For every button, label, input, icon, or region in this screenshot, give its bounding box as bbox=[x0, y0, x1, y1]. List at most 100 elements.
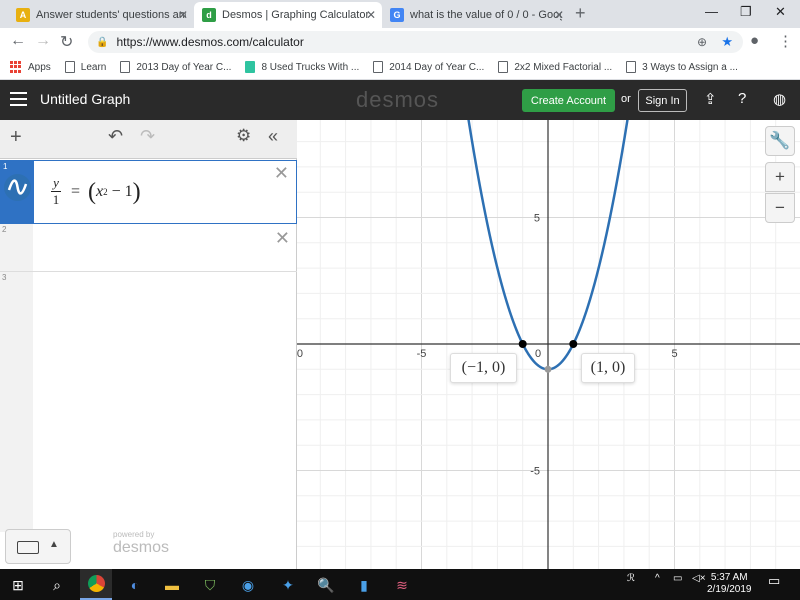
browser-tab-strip: A Answer students' questions and l ✕ d D… bbox=[0, 0, 800, 28]
new-tab-button[interactable]: + bbox=[575, 3, 586, 24]
shield-app-icon[interactable]: ⛉ bbox=[200, 575, 220, 595]
bookmark-assign[interactable]: 3 Ways to Assign a ... bbox=[626, 61, 738, 73]
intercept-point bbox=[569, 340, 578, 348]
restore-icon[interactable]: ❐ bbox=[740, 4, 752, 20]
bookmark-2014[interactable]: 2014 Day of Year C... bbox=[373, 61, 484, 73]
app-stack-icon[interactable]: ≋ bbox=[392, 575, 412, 595]
y-tick-label: -5 bbox=[530, 466, 540, 478]
people-icon[interactable]: ℛ bbox=[627, 573, 635, 584]
close-window-icon[interactable]: ✕ bbox=[775, 4, 786, 20]
page-icon bbox=[626, 61, 637, 73]
share-icon[interactable]: ⇪ bbox=[704, 90, 717, 108]
zoom-icon[interactable]: ⊕ bbox=[697, 35, 707, 49]
app-tool-icon[interactable]: ▮ bbox=[354, 575, 374, 595]
tab-title: what is the value of 0 / 0 - Googl bbox=[410, 9, 562, 21]
open-paren: ( bbox=[88, 178, 97, 205]
page-icon bbox=[498, 61, 509, 73]
or-text: or bbox=[621, 93, 631, 105]
exponent: 2 bbox=[103, 186, 108, 197]
desmos-header: Untitled Graph desmos Create Account or … bbox=[0, 80, 800, 120]
bookmark-star-icon[interactable]: ★ bbox=[721, 34, 733, 50]
file-explorer-icon[interactable]: ▬ bbox=[162, 575, 182, 595]
reload-icon[interactable]: ↻ bbox=[60, 32, 73, 52]
x-tick-label: -10 bbox=[297, 348, 303, 360]
bookmark-trucks[interactable]: 8 Used Trucks With ... bbox=[245, 61, 359, 73]
settings-app-icon[interactable]: ✦ bbox=[278, 575, 298, 595]
address-bar[interactable]: 🔒 https://www.desmos.com/calculator ⊕ ★ bbox=[88, 31, 743, 53]
denominator: 1 bbox=[52, 192, 60, 207]
fraction: y 1 bbox=[51, 175, 61, 208]
graph-canvas[interactable]: -10 -5 0 5 5 -5 bbox=[297, 120, 800, 569]
account-icon[interactable]: ● bbox=[750, 32, 759, 49]
menu-icon[interactable]: ⋮ bbox=[778, 32, 793, 50]
bookmark-label: 3 Ways to Assign a ... bbox=[642, 61, 738, 73]
vertex-point bbox=[544, 365, 552, 373]
minimize-icon[interactable]: — bbox=[705, 4, 718, 19]
graph-paper[interactable]: -10 -5 0 5 5 -5 🔧 + − (−1, 0) (1, 0) bbox=[297, 120, 800, 569]
graph-title[interactable]: Untitled Graph bbox=[40, 91, 130, 107]
delete-expression-icon[interactable]: ✕ bbox=[275, 228, 290, 249]
app-icon[interactable]: ◐ bbox=[125, 575, 145, 595]
graph-settings-wrench-button[interactable]: 🔧 bbox=[765, 126, 795, 156]
page-icon bbox=[64, 61, 75, 73]
settings-gear-icon[interactable]: ⚙ bbox=[236, 126, 251, 146]
expression-math[interactable]: y 1 = ( x 2 − 1 ) bbox=[51, 175, 141, 208]
help-icon[interactable]: ? bbox=[738, 90, 746, 107]
tray-chevron-icon[interactable]: ^ bbox=[655, 573, 660, 584]
forward-icon[interactable]: → bbox=[35, 32, 51, 50]
tab-google-search[interactable]: G what is the value of 0 / 0 - Googl ✕ bbox=[382, 2, 570, 28]
search-icon[interactable]: ⌕ bbox=[47, 575, 67, 595]
powered-by-desmos: powered by desmos bbox=[113, 530, 169, 557]
bookmark-learn[interactable]: Learn bbox=[64, 61, 106, 73]
point-label[interactable]: (1, 0) bbox=[581, 353, 635, 383]
tab-desmos[interactable]: d Desmos | Graphing Calculator ✕ bbox=[194, 2, 382, 28]
delete-expression-icon[interactable]: ✕ bbox=[274, 163, 289, 184]
undo-icon[interactable]: ↶ bbox=[108, 126, 123, 147]
battery-icon[interactable]: ▭ bbox=[673, 573, 682, 584]
zoom-in-button[interactable]: + bbox=[765, 162, 795, 192]
zoom-out-button[interactable]: − bbox=[765, 193, 795, 223]
numerator: y bbox=[53, 175, 59, 190]
notification-icon[interactable]: ▭ bbox=[768, 573, 780, 589]
bookmark-factorial[interactable]: 2x2 Mixed Factorial ... bbox=[498, 61, 612, 73]
expression-toolbar: + ↶ ↷ ⚙ « bbox=[0, 120, 297, 159]
keypad-toggle-button[interactable]: ▲ bbox=[5, 529, 71, 564]
expression-row[interactable]: 1 y 1 = ( x 2 − 1 ) ✕ bbox=[0, 160, 297, 224]
bookmark-apps[interactable]: Apps bbox=[10, 61, 51, 73]
expression-row[interactable]: 2 ✕ bbox=[0, 224, 297, 272]
tab-answer-questions[interactable]: A Answer students' questions and l ✕ bbox=[8, 2, 194, 28]
tab-favicon: G bbox=[390, 8, 404, 22]
tab-title: Desmos | Graphing Calculator bbox=[222, 9, 370, 21]
close-tab-icon[interactable]: ✕ bbox=[554, 8, 564, 22]
windows-start-icon[interactable]: ⊞ bbox=[8, 575, 28, 595]
volume-icon[interactable]: ◁× bbox=[692, 573, 706, 584]
chrome-icon[interactable] bbox=[80, 569, 112, 600]
clock-date: 2/19/2019 bbox=[707, 584, 752, 595]
bookmark-2013[interactable]: 2013 Day of Year C... bbox=[120, 61, 231, 73]
apps-grid-icon bbox=[10, 61, 22, 73]
y-tick-label: 5 bbox=[534, 213, 540, 225]
system-clock[interactable]: 5:37 AM 2/19/2019 bbox=[707, 572, 752, 596]
lock-icon: 🔒 bbox=[96, 36, 109, 48]
edge-icon[interactable]: ◉ bbox=[238, 575, 258, 595]
language-globe-icon[interactable]: ◍ bbox=[773, 90, 786, 108]
clock-time: 5:37 AM bbox=[710, 572, 748, 583]
close-tab-icon[interactable]: ✕ bbox=[178, 8, 188, 22]
bookmark-label: 2013 Day of Year C... bbox=[136, 61, 232, 73]
expression-rest: − 1 bbox=[111, 182, 133, 200]
close-tab-icon[interactable]: ✕ bbox=[366, 8, 376, 22]
sign-in-button[interactable]: Sign In bbox=[638, 89, 687, 112]
bookmark-label: Apps bbox=[28, 61, 51, 73]
collapse-panel-icon[interactable]: « bbox=[268, 126, 278, 147]
hamburger-menu-icon[interactable] bbox=[10, 92, 27, 106]
create-account-button[interactable]: Create Account bbox=[522, 89, 615, 112]
caret-up-icon: ▲ bbox=[49, 539, 59, 550]
graph-style-icon[interactable] bbox=[4, 174, 31, 201]
point-label[interactable]: (−1, 0) bbox=[450, 353, 517, 383]
add-expression-button[interactable]: + bbox=[10, 126, 22, 149]
back-icon[interactable]: ← bbox=[10, 32, 26, 50]
expression-row[interactable]: 3 bbox=[0, 272, 297, 532]
redo-icon[interactable]: ↷ bbox=[140, 126, 155, 147]
desmos-logo: desmos bbox=[356, 87, 440, 112]
magnifier-icon[interactable]: 🔍 bbox=[316, 575, 336, 595]
